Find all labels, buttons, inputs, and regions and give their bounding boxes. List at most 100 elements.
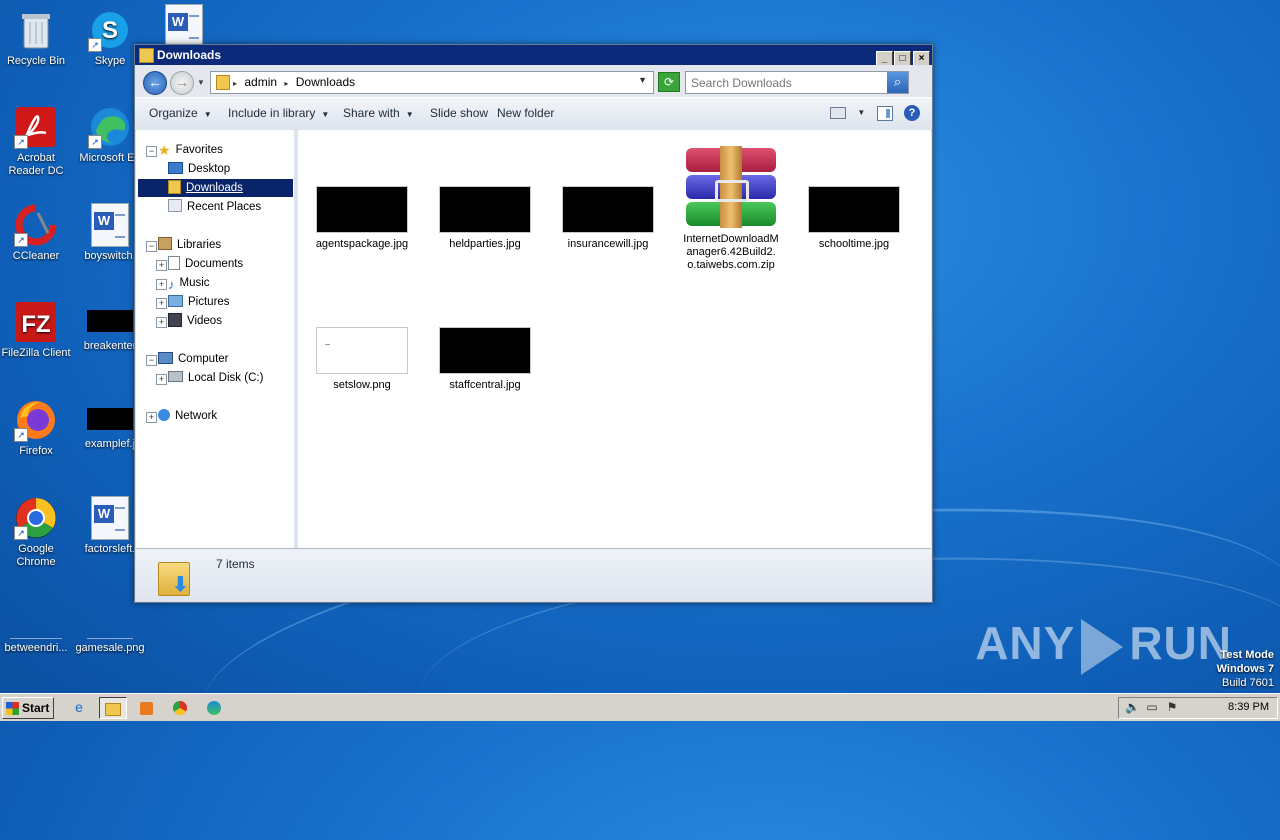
image-thumbnail-icon: [316, 186, 408, 233]
music-icon: ♪: [168, 277, 175, 293]
back-button[interactable]: ←: [143, 71, 167, 95]
change-view-icon[interactable]: [829, 107, 846, 119]
expand-icon[interactable]: +: [156, 374, 167, 385]
slide-show-button[interactable]: Slide show: [430, 106, 488, 120]
image-thumbnail-icon: [87, 408, 133, 430]
share-label: Share with: [343, 106, 400, 120]
network-tray-icon[interactable]: ▭: [1145, 700, 1159, 714]
nav-network[interactable]: Network: [158, 407, 217, 425]
media-player-taskbar-icon[interactable]: [133, 697, 159, 717]
word-doc-icon: W: [165, 4, 203, 48]
svg-text:S: S: [102, 17, 118, 44]
file-item[interactable]: setslow.png: [307, 327, 417, 392]
desktop-icon-ccleaner[interactable]: ↗ CCleaner: [0, 203, 72, 263]
action-center-flag-icon[interactable]: ⚑: [1165, 700, 1179, 714]
search-input[interactable]: [686, 72, 883, 93]
chrome-taskbar-icon[interactable]: [167, 697, 193, 717]
file-name: InternetDownloadManager6.42Build2.o.taiw…: [683, 233, 779, 271]
edge-taskbar-icon[interactable]: [201, 697, 227, 717]
include-in-library-button[interactable]: Include in library ▼: [228, 106, 329, 120]
nav-local-disk[interactable]: Local Disk (C:): [168, 369, 263, 387]
expand-icon[interactable]: +: [156, 279, 167, 290]
downloads-folder-icon: [168, 179, 181, 194]
clock[interactable]: 8:39 PM: [1228, 701, 1269, 713]
nav-libraries[interactable]: Libraries: [158, 236, 221, 254]
folder-icon: [139, 48, 154, 63]
help-icon[interactable]: ?: [904, 105, 920, 121]
collapse-icon[interactable]: −: [146, 355, 157, 366]
winrar-archive-icon: [684, 146, 778, 228]
nav-favorites[interactable]: ★ Favorites: [158, 141, 223, 159]
nav-videos[interactable]: Videos: [168, 312, 222, 330]
nav-desktop[interactable]: Desktop: [168, 160, 230, 178]
edge-icon: ↗: [88, 105, 132, 149]
file-name: agentspackage.jpg: [315, 238, 409, 250]
image-thumbnail-icon: [10, 618, 62, 639]
play-icon: [1081, 618, 1124, 675]
search-box: ⌕: [685, 71, 909, 94]
file-name: heldparties.jpg: [449, 238, 521, 250]
organize-button[interactable]: Organize ▼: [149, 106, 212, 120]
explorer-taskbar-icon[interactable]: [99, 697, 127, 719]
collapse-icon[interactable]: −: [146, 146, 157, 157]
breadcrumb-downloads[interactable]: Downloads: [296, 75, 355, 89]
window-titlebar[interactable]: Downloads _ □ ×: [135, 45, 932, 67]
address-bar[interactable]: ▸ admin ▸ Downloads ▼: [210, 71, 654, 94]
desktop-icon-firefox[interactable]: ↗ Firefox: [0, 398, 72, 458]
file-item[interactable]: staffcentral.jpg: [430, 327, 540, 392]
desktop-icon-filezilla[interactable]: FZ FileZilla Client: [0, 300, 72, 360]
chevron-down-icon[interactable]: ▼: [638, 75, 647, 85]
nav-music[interactable]: ♪ Music: [168, 274, 210, 292]
image-thumbnail-icon: [316, 327, 408, 374]
file-item[interactable]: heldparties.jpg: [430, 186, 540, 251]
explorer-window: Downloads _ □ × ← → ▼ ▸ admin ▸ Downloads …: [134, 44, 933, 603]
breadcrumb-admin[interactable]: admin: [244, 75, 277, 89]
volume-icon[interactable]: 🔈: [1125, 700, 1140, 714]
preview-pane-icon[interactable]: [876, 105, 893, 121]
hard-disk-icon: [168, 371, 183, 383]
nav-recent-places[interactable]: Recent Places: [168, 198, 261, 216]
desktop-icon-image[interactable]: gamesale.png: [74, 618, 146, 655]
desktop-icon-recycle-bin[interactable]: Recycle Bin: [0, 8, 72, 68]
desktop-icon-acrobat[interactable]: ↗ Acrobat Reader DC: [0, 105, 72, 178]
image-thumbnail-icon: [439, 186, 531, 233]
chevron-down-icon[interactable]: ▼: [857, 105, 865, 121]
share-with-button[interactable]: Share with ▼: [343, 106, 414, 120]
expand-icon[interactable]: +: [156, 317, 167, 328]
forward-button[interactable]: →: [170, 71, 194, 95]
ie-taskbar-icon[interactable]: e: [66, 697, 92, 717]
include-label: Include in library: [228, 106, 316, 120]
nav-computer[interactable]: Computer: [158, 350, 229, 368]
expand-icon[interactable]: +: [156, 298, 167, 309]
file-item[interactable]: insurancewill.jpg: [553, 186, 663, 251]
file-item[interactable]: agentspackage.jpg: [307, 186, 417, 251]
file-name: insurancewill.jpg: [567, 238, 649, 250]
image-thumbnail-icon: [562, 186, 654, 233]
file-item[interactable]: InternetDownloadManager6.42Build2.o.taiw…: [676, 146, 786, 272]
word-doc-icon: W: [91, 203, 129, 247]
test-mode-notice: Test Mode Windows 7 Build 7601: [1216, 649, 1274, 689]
desktop-icon-chrome[interactable]: ↗ Google Chrome: [0, 496, 72, 569]
details-pane: ⬇ 7 items: [136, 548, 931, 601]
firefox-icon: ↗: [14, 398, 58, 442]
recent-pages-dropdown[interactable]: ▼: [197, 78, 205, 87]
recycle-bin-icon: [14, 8, 58, 52]
expand-icon[interactable]: +: [156, 260, 167, 271]
filezilla-icon: FZ: [14, 300, 58, 344]
nav-documents[interactable]: Documents: [168, 255, 243, 273]
desktop-icon-image[interactable]: betweendri...: [0, 618, 72, 655]
windows-logo-icon: [6, 702, 19, 716]
start-button[interactable]: Start: [2, 697, 54, 719]
new-folder-button[interactable]: New folder: [497, 106, 554, 120]
file-item[interactable]: schooltime.jpg: [799, 186, 909, 251]
nav-pictures[interactable]: Pictures: [168, 293, 230, 311]
expand-icon[interactable]: +: [146, 412, 157, 423]
star-icon: ★: [158, 142, 171, 159]
refresh-button[interactable]: ⟳: [658, 72, 680, 92]
search-icon[interactable]: ⌕: [887, 72, 908, 93]
chrome-icon: ↗: [14, 496, 58, 540]
collapse-icon[interactable]: −: [146, 241, 157, 252]
file-name: schooltime.jpg: [818, 238, 890, 250]
image-thumbnail-icon: [87, 618, 133, 639]
nav-downloads[interactable]: Downloads: [138, 179, 293, 197]
